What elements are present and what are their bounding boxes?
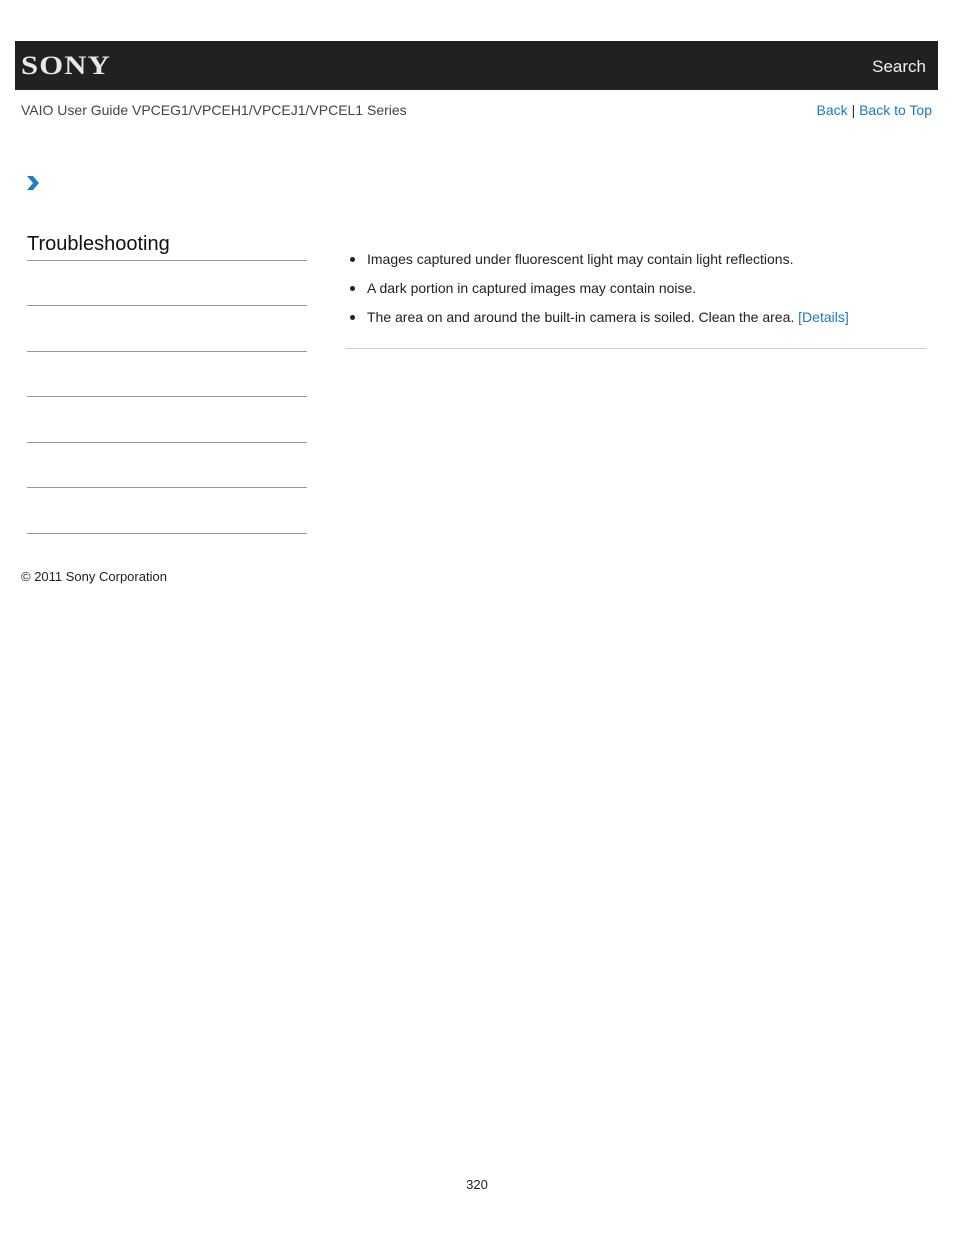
list-item-text: Images captured under fluorescent light … xyxy=(367,251,794,267)
list-item-text: A dark portion in captured images may co… xyxy=(367,280,697,296)
sidebar-item[interactable] xyxy=(27,487,307,488)
sidebar-item[interactable] xyxy=(27,442,307,443)
chevron-right-icon[interactable] xyxy=(26,175,40,191)
bullet-icon xyxy=(350,257,355,262)
bullet-icon xyxy=(350,315,355,320)
sidebar-divider xyxy=(27,260,307,261)
sidebar-item[interactable] xyxy=(27,533,307,534)
sony-logo: SONY xyxy=(21,51,111,80)
guide-title: VAIO User Guide VPCEG1/VPCEH1/VPCEJ1/VPC… xyxy=(21,102,407,118)
search-button[interactable]: Search xyxy=(872,57,926,77)
bullet-icon xyxy=(350,286,355,291)
content-divider xyxy=(345,348,927,349)
nav-links: Back | Back to Top xyxy=(817,102,932,118)
nav-separator: | xyxy=(851,102,856,118)
details-link[interactable]: [Details] xyxy=(798,309,849,325)
content-area: Images captured under fluorescent light … xyxy=(345,250,927,337)
page-number: 320 xyxy=(466,1177,488,1192)
list-item: A dark portion in captured images may co… xyxy=(345,279,927,297)
sony-logo-box: SONY xyxy=(15,41,143,91)
list-item: Images captured under fluorescent light … xyxy=(345,250,927,268)
sidebar-item[interactable] xyxy=(27,305,307,306)
copyright: © 2011 Sony Corporation xyxy=(21,569,167,584)
list-item-text: The area on and around the built-in came… xyxy=(367,309,799,325)
back-to-top-link[interactable]: Back to Top xyxy=(859,102,932,118)
back-link[interactable]: Back xyxy=(817,102,848,118)
sidebar-item[interactable] xyxy=(27,396,307,397)
top-bar: SONY Search xyxy=(15,41,938,91)
sidebar-item[interactable] xyxy=(27,351,307,352)
cause-list: Images captured under fluorescent light … xyxy=(345,250,927,326)
list-item: The area on and around the built-in came… xyxy=(345,308,927,326)
sidebar-title: Troubleshooting xyxy=(27,233,170,255)
